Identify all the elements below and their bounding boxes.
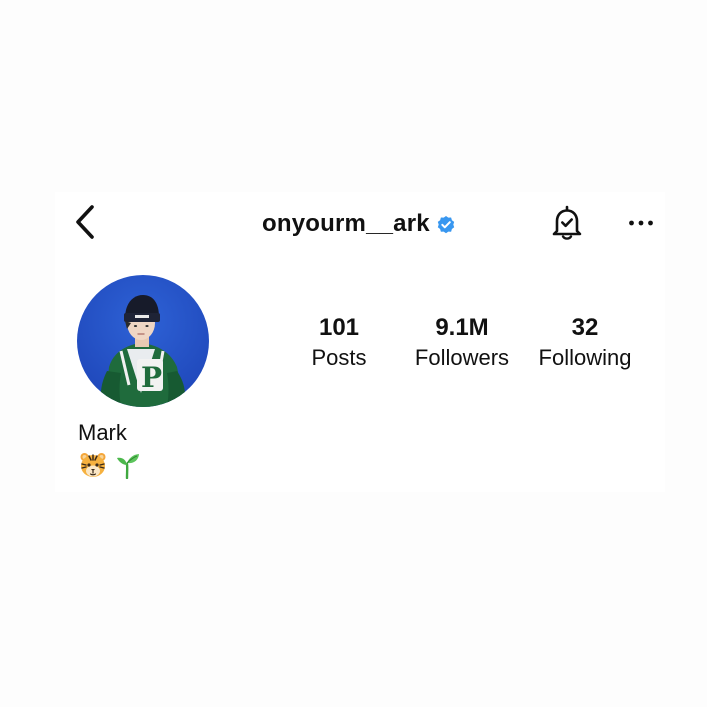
posts-label: Posts: [311, 345, 367, 370]
followers-count: 9.1M: [435, 314, 489, 341]
svg-text:P: P: [141, 361, 162, 394]
tiger-face-emoji: [78, 450, 108, 480]
bell-check-icon: [550, 204, 584, 245]
profile-page: onyourm__ark P 101 Posts 9.1M Followers …: [0, 0, 707, 707]
following-label: Following: [538, 345, 632, 370]
bio: [78, 450, 142, 480]
more-options-button[interactable]: [625, 208, 657, 238]
verified-badge-icon: [436, 215, 456, 235]
back-button[interactable]: [70, 204, 100, 245]
posts-stat[interactable]: 101 Posts: [300, 313, 378, 373]
display-name: Mark: [78, 420, 127, 445]
following-stat[interactable]: 32 Following: [529, 313, 641, 373]
chevron-left-icon: [74, 204, 96, 245]
more-horizontal-icon: [628, 214, 654, 232]
posts-count: 101: [318, 314, 360, 341]
notifications-button[interactable]: [548, 205, 586, 243]
following-count: 32: [571, 314, 599, 341]
followers-stat[interactable]: 9.1M Followers: [405, 313, 519, 373]
profile-avatar[interactable]: P: [77, 275, 209, 407]
followers-label: Followers: [414, 345, 510, 370]
profile-header-title: onyourm__ark: [262, 206, 456, 242]
username: onyourm__ark: [262, 210, 430, 237]
seedling-emoji: [112, 450, 142, 480]
